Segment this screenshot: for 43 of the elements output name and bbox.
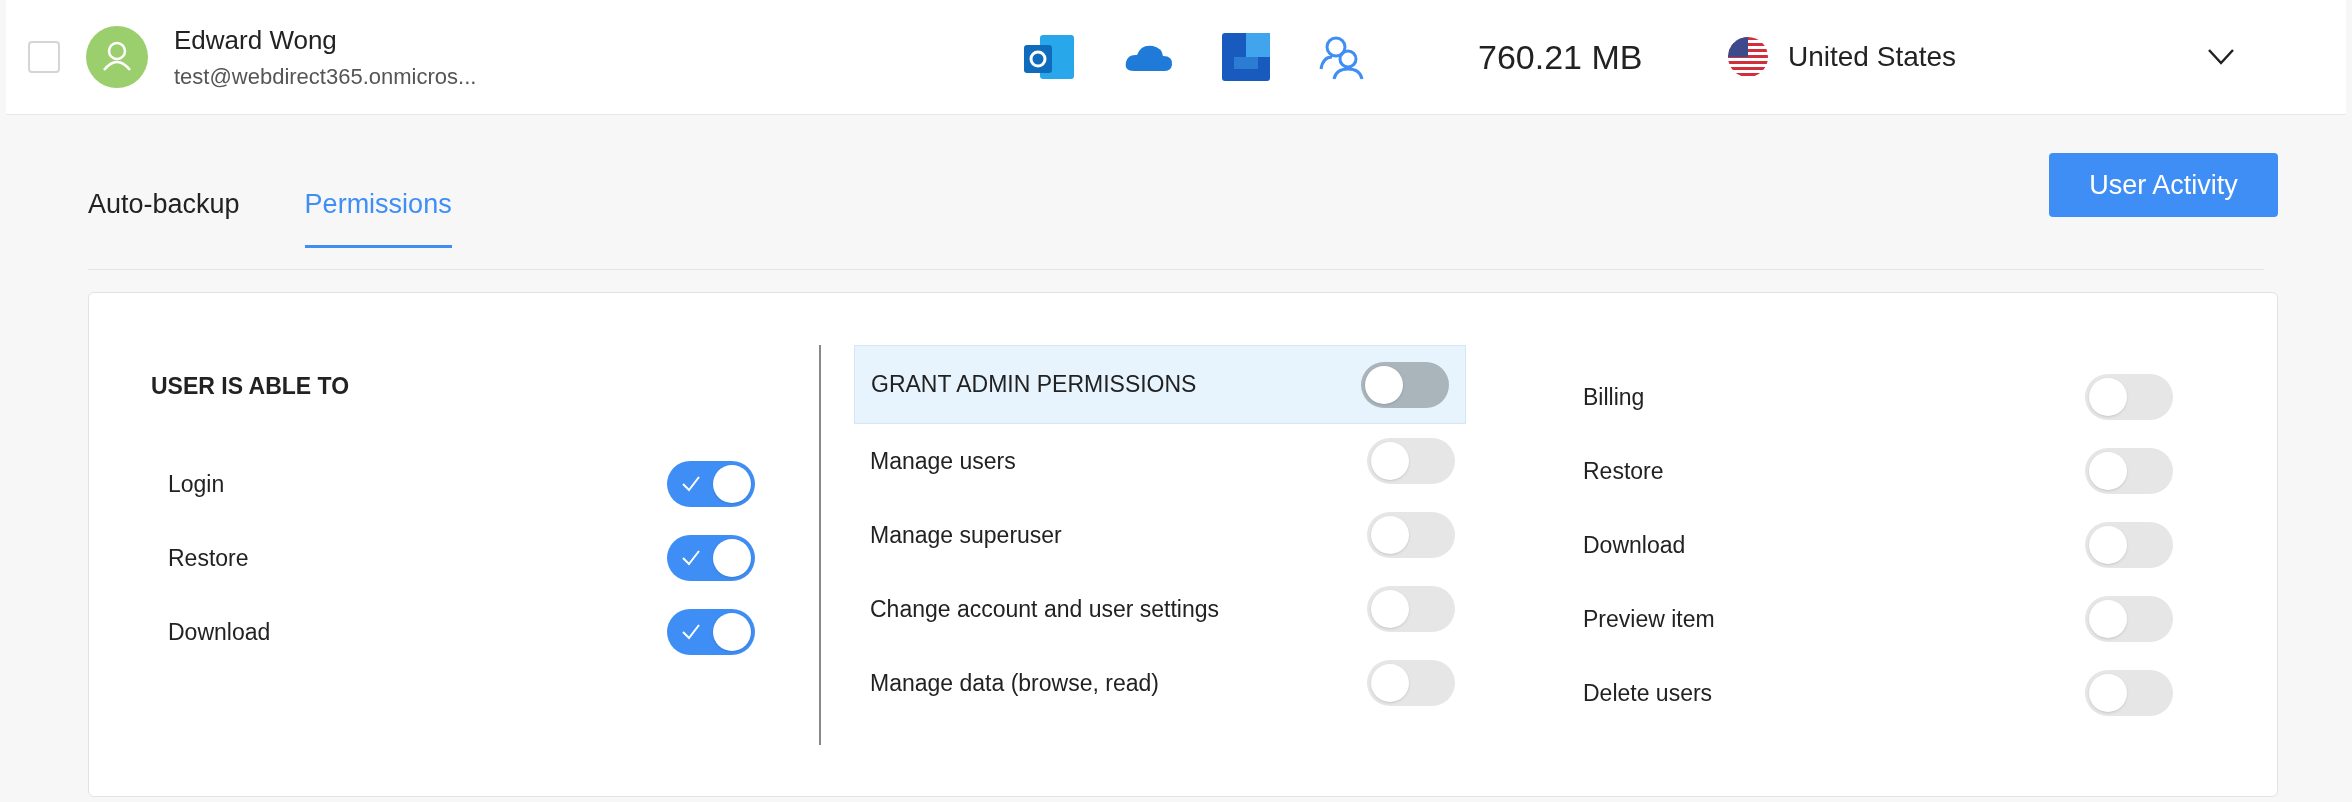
flag-icon	[1728, 37, 1768, 77]
section-heading: USER IS ABLE TO	[151, 372, 351, 401]
mail-app-icon	[1024, 33, 1076, 81]
toggle-switch[interactable]	[2085, 596, 2173, 642]
permission-label: Login	[168, 469, 225, 499]
user-activity-button[interactable]: User Activity	[2049, 153, 2278, 217]
check-icon	[681, 623, 701, 641]
permission-label: Download	[1583, 530, 1686, 560]
permission-label: Change account and user settings	[870, 594, 1220, 624]
permission-label: Download	[168, 617, 271, 647]
toggle-switch[interactable]	[2085, 448, 2173, 494]
toggle-switch[interactable]	[667, 609, 755, 655]
permission-label: Manage data (browse, read)	[870, 668, 1159, 698]
grid-app-icon	[1222, 33, 1270, 81]
user-name: Edward Wong	[174, 24, 338, 57]
toggle-switch[interactable]	[667, 461, 755, 507]
permission-label: Delete users	[1583, 678, 1713, 708]
permission-label: Billing	[1583, 382, 1645, 412]
toggle-switch[interactable]	[2085, 670, 2173, 716]
permission-label: Manage superuser	[870, 520, 1062, 550]
storage-size: 760.21 MB	[1478, 36, 1644, 78]
permission-label: Restore	[1583, 456, 1664, 486]
toggle-switch[interactable]	[1367, 438, 1455, 484]
toggle-switch[interactable]	[1367, 586, 1455, 632]
toggle-switch[interactable]	[2085, 374, 2173, 420]
avatar-icon	[86, 26, 148, 88]
toggle-switch[interactable]	[667, 535, 755, 581]
permission-label: Preview item	[1583, 604, 1715, 634]
check-icon	[681, 475, 701, 493]
chevron-down-icon[interactable]	[2208, 49, 2234, 65]
toggle-switch[interactable]	[1367, 512, 1455, 558]
toggle-switch[interactable]	[1367, 660, 1455, 706]
toggle-switch[interactable]	[1361, 361, 1449, 408]
country: United States	[1788, 40, 1958, 74]
admin-permission-label: GRANT ADMIN PERMISSIONS	[871, 370, 1197, 400]
checkbox[interactable]	[28, 41, 60, 73]
tab[interactable]: Auto-backup	[88, 184, 240, 248]
tab[interactable]: Permissions	[304, 184, 452, 248]
permission-label: Restore	[168, 543, 249, 573]
user-email: test@webdirect365.onmicros...	[174, 63, 478, 91]
permission-label: Manage users	[870, 446, 1016, 476]
toggle-switch[interactable]	[2085, 522, 2173, 568]
check-icon	[681, 549, 701, 567]
